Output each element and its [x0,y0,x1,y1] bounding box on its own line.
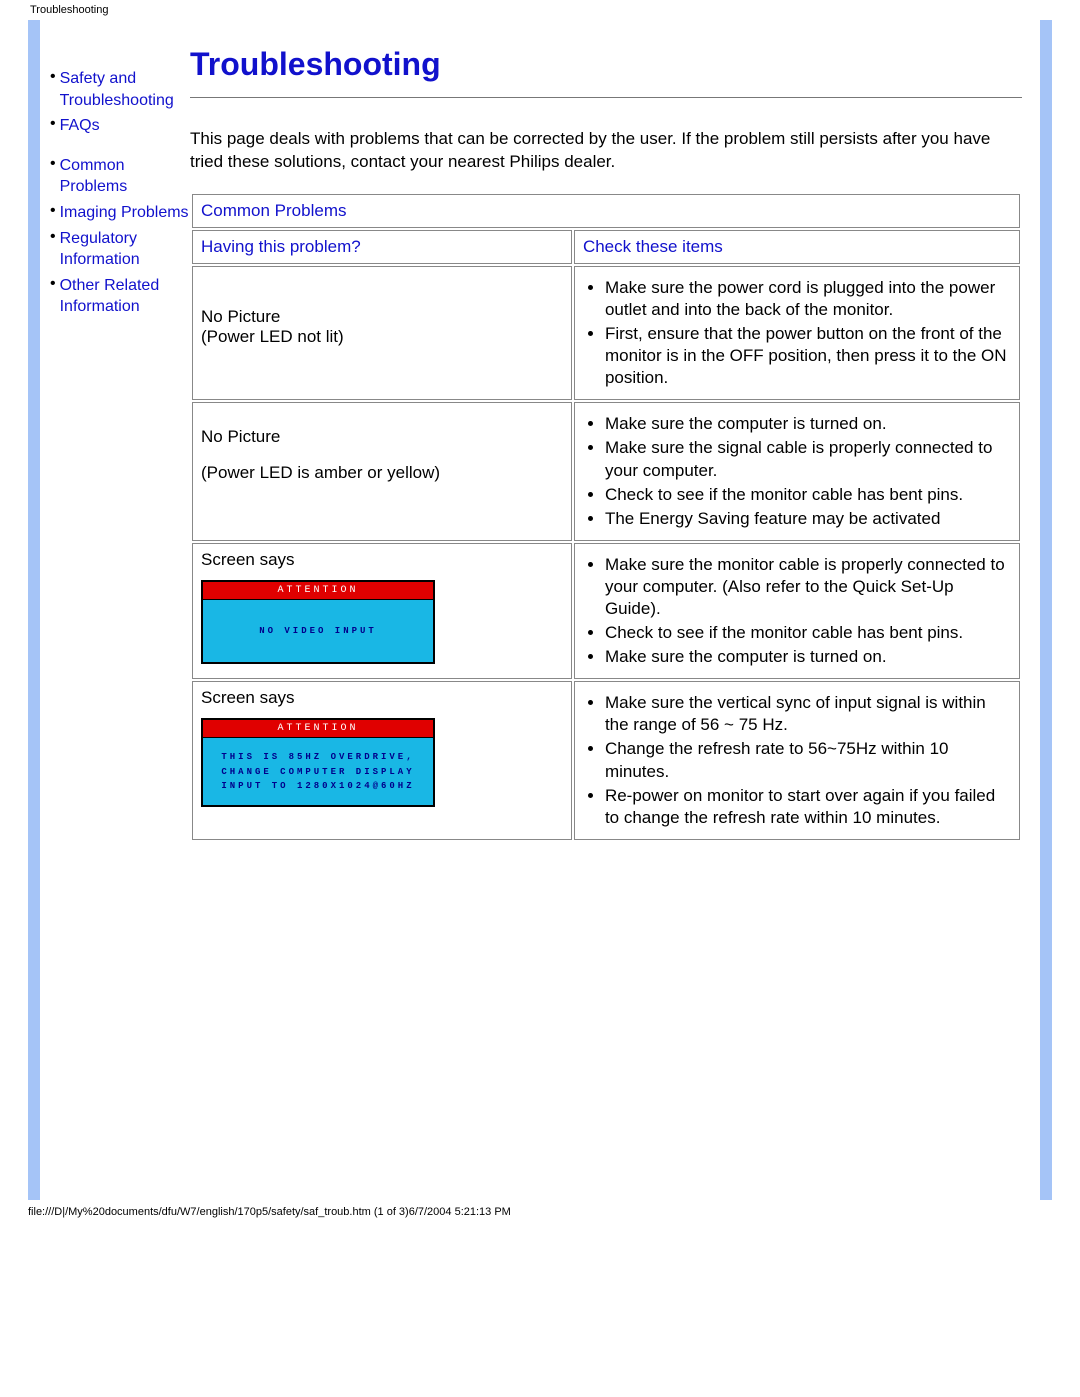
problem-cell: No Picture (Power LED is amber or yellow… [192,402,572,540]
footer-path: file:///D|/My%20documents/dfu/W7/english… [0,1200,1080,1224]
monitor-screen-icon: ATTENTION THIS IS 85HZ OVERDRIVE, CHANGE… [201,718,435,807]
problem-text: Screen says [201,688,563,708]
list-item: Make sure the vertical sync of input sig… [605,692,1011,736]
table-header-row: Having this problem? Check these items [192,230,1020,264]
table-row: Screen says ATTENTION NO VIDEO INPUT Mak… [192,543,1020,679]
problem-cell: Screen says ATTENTION THIS IS 85HZ OVERD… [192,681,572,840]
problem-text: (Power LED is amber or yellow) [201,463,563,483]
main-content: Troubleshooting This page deals with pro… [190,40,1040,842]
sidebar-item-common-problems[interactable]: •Common Problems [50,155,190,198]
list-item: Check to see if the monitor cable has be… [605,622,1011,644]
monitor-attention: ATTENTION [203,720,433,738]
list-item: Make sure the power cord is plugged into… [605,277,1011,321]
problems-table: Common Problems Having this problem? Che… [190,192,1022,842]
table-row: No Picture (Power LED is amber or yellow… [192,402,1020,540]
check-cell: Make sure the monitor cable is properly … [574,543,1020,679]
list-item: Make sure the computer is turned on. [605,413,1011,435]
page-header: Troubleshooting [0,0,1080,20]
list-item: Make sure the signal cable is properly c… [605,437,1011,481]
list-item: First, ensure that the power button on t… [605,323,1011,389]
list-item: Make sure the computer is turned on. [605,646,1011,668]
problem-text: (Power LED not lit) [201,327,563,347]
monitor-message: THIS IS 85HZ OVERDRIVE, CHANGE COMPUTER … [203,738,433,805]
list-item: Check to see if the monitor cable has be… [605,484,1011,506]
list-item: Make sure the monitor cable is properly … [605,554,1011,620]
monitor-attention: ATTENTION [203,582,433,600]
page-title: Troubleshooting [190,46,1022,83]
sidebar-item-safety[interactable]: •Safety and Troubleshooting [50,68,190,111]
table-row: Screen says ATTENTION THIS IS 85HZ OVERD… [192,681,1020,840]
col-header-problem: Having this problem? [192,230,572,264]
check-cell: Make sure the power cord is plugged into… [574,266,1020,400]
divider [190,97,1022,98]
sidebar-item-imaging-problems[interactable]: •Imaging Problems [50,202,190,224]
problem-text: No Picture [201,427,563,447]
check-cell: Make sure the computer is turned on. Mak… [574,402,1020,540]
problem-cell: No Picture (Power LED not lit) [192,266,572,400]
col-header-check: Check these items [574,230,1020,264]
table-section-header-row: Common Problems [192,194,1020,228]
problem-text: No Picture [201,307,563,327]
list-item: Change the refresh rate to 56~75Hz withi… [605,738,1011,782]
problem-text: Screen says [201,550,563,570]
section-header: Common Problems [192,194,1020,228]
problem-cell: Screen says ATTENTION NO VIDEO INPUT [192,543,572,679]
list-item: The Energy Saving feature may be activat… [605,508,1011,530]
monitor-screen-icon: ATTENTION NO VIDEO INPUT [201,580,435,664]
check-cell: Make sure the vertical sync of input sig… [574,681,1020,840]
sidebar: •Safety and Troubleshooting •FAQs •Commo… [40,40,190,842]
list-item: Re-power on monitor to start over again … [605,785,1011,829]
table-row: No Picture (Power LED not lit) Make sure… [192,266,1020,400]
monitor-message: NO VIDEO INPUT [203,600,433,662]
sidebar-item-regulatory[interactable]: •Regulatory Information [50,228,190,271]
intro-text: This page deals with problems that can b… [190,128,1022,174]
sidebar-item-other-related[interactable]: •Other Related Information [50,275,190,318]
sidebar-item-faqs[interactable]: •FAQs [50,115,190,137]
content-frame: •Safety and Troubleshooting •FAQs •Commo… [28,20,1052,1200]
